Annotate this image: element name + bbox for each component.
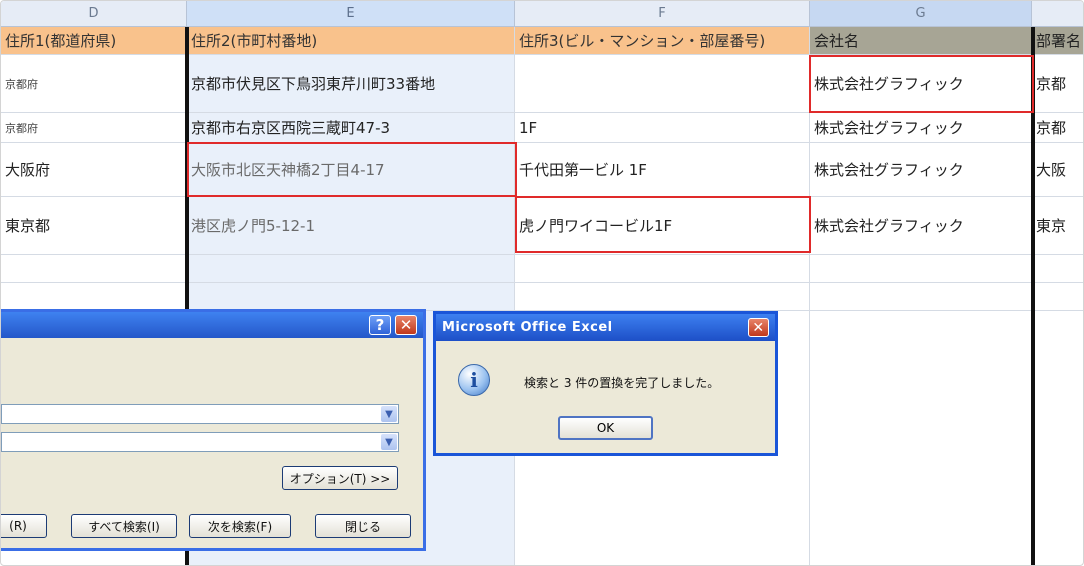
help-button[interactable]: ? <box>369 315 391 335</box>
column-header-e[interactable]: E <box>187 1 515 27</box>
empty-cell[interactable] <box>515 255 810 283</box>
cell-e-row2[interactable]: 京都市右京区西院三蔵町47-3 <box>187 113 515 143</box>
cell-d-row4[interactable]: 東京都 <box>1 197 187 255</box>
message-box: Microsoft Office Excel ✕ i 検索と 3 件の置換を完了… <box>433 311 778 456</box>
empty-cell[interactable] <box>1032 255 1083 283</box>
replace-all-button[interactable]: (R) <box>1 514 47 538</box>
cell-e-row4[interactable]: 港区虎ノ門5-12-1 <box>187 197 515 255</box>
empty-cell[interactable] <box>187 255 515 283</box>
cell-e-row1[interactable]: 京都市伏見区下鳥羽東芹川町33番地 <box>187 55 515 113</box>
cell-h-row4[interactable]: 東京 <box>1032 197 1083 255</box>
close-button[interactable]: 閉じる <box>315 514 411 538</box>
find-all-button[interactable]: すべて検索(I) <box>71 514 177 538</box>
message-box-title: Microsoft Office Excel <box>442 320 613 335</box>
empty-cell[interactable] <box>1 255 187 283</box>
cell-d-row3[interactable]: 大阪府 <box>1 143 187 197</box>
header-cell-address1[interactable]: 住所1(都道府県) <box>1 27 187 55</box>
cell-h-row1[interactable]: 京都 <box>1032 55 1083 113</box>
empty-cell[interactable] <box>810 283 1032 311</box>
highlight-box <box>515 196 811 253</box>
cell-f-row2[interactable]: 1F <box>515 113 810 143</box>
cell-g-row3[interactable]: 株式会社グラフィック <box>810 143 1032 197</box>
cell-d-row2[interactable]: 京都府 <box>1 113 187 143</box>
cell-h-row3[interactable]: 大阪 <box>1032 143 1083 197</box>
cell-d-row1[interactable]: 京都府 <box>1 55 187 113</box>
header-cell-department[interactable]: 部署名 <box>1032 27 1083 55</box>
ok-button[interactable]: OK <box>558 416 653 440</box>
find-dialog-close-icon[interactable]: ✕ <box>395 315 417 335</box>
empty-cell[interactable] <box>187 283 515 311</box>
cell-h-row2[interactable]: 京都 <box>1032 113 1083 143</box>
options-button[interactable]: オプション(T) >> <box>282 466 398 490</box>
find-dialog-titlebar[interactable]: ? ✕ <box>1 312 423 338</box>
message-box-close-icon[interactable]: ✕ <box>748 318 769 337</box>
empty-cell[interactable] <box>1032 283 1083 311</box>
excel-window: D E F G 住所1(都道府県) 住所2(市町村番地) 住所3(ビル・マンショ… <box>0 0 1084 566</box>
empty-cell[interactable] <box>810 255 1032 283</box>
header-cell-company[interactable]: 会社名 <box>810 27 1032 55</box>
info-icon: i <box>458 364 490 396</box>
find-dialog-body: ▼ ▼ オプション(T) >> (R) すべて検索(I) 次を検索(F) 閉じる <box>1 338 423 548</box>
cell-f-row3[interactable]: 千代田第一ビル 1F <box>515 143 810 197</box>
column-header-g[interactable]: G <box>810 1 1032 27</box>
empty-cell[interactable] <box>810 311 1032 565</box>
find-replace-dialog: ? ✕ ▼ ▼ オプション(T) >> (R) すべて検索(I) 次を検索(F)… <box>1 309 426 551</box>
header-cell-address2[interactable]: 住所2(市町村番地) <box>187 27 515 55</box>
empty-cell[interactable] <box>515 283 810 311</box>
cell-f-row1[interactable] <box>515 55 810 113</box>
replace-with-combo[interactable]: ▼ <box>1 432 399 452</box>
column-header-h[interactable] <box>1032 1 1083 27</box>
column-header-d[interactable]: D <box>1 1 187 27</box>
message-box-titlebar[interactable]: Microsoft Office Excel ✕ <box>436 314 775 341</box>
chevron-down-icon[interactable]: ▼ <box>381 406 397 422</box>
cell-g-row2[interactable]: 株式会社グラフィック <box>810 113 1032 143</box>
highlight-box <box>187 142 517 197</box>
empty-cell[interactable] <box>1 283 187 311</box>
find-next-button[interactable]: 次を検索(F) <box>189 514 291 538</box>
column-header-f[interactable]: F <box>515 1 810 27</box>
message-text: 検索と 3 件の置換を完了しました。 <box>524 376 720 390</box>
header-cell-address3[interactable]: 住所3(ビル・マンション・部屋番号) <box>515 27 810 55</box>
highlight-box <box>809 55 1034 113</box>
cell-g-row4[interactable]: 株式会社グラフィック <box>810 197 1032 255</box>
empty-cell[interactable] <box>1032 311 1083 565</box>
chevron-down-icon[interactable]: ▼ <box>381 434 397 450</box>
find-what-combo[interactable]: ▼ <box>1 404 399 424</box>
